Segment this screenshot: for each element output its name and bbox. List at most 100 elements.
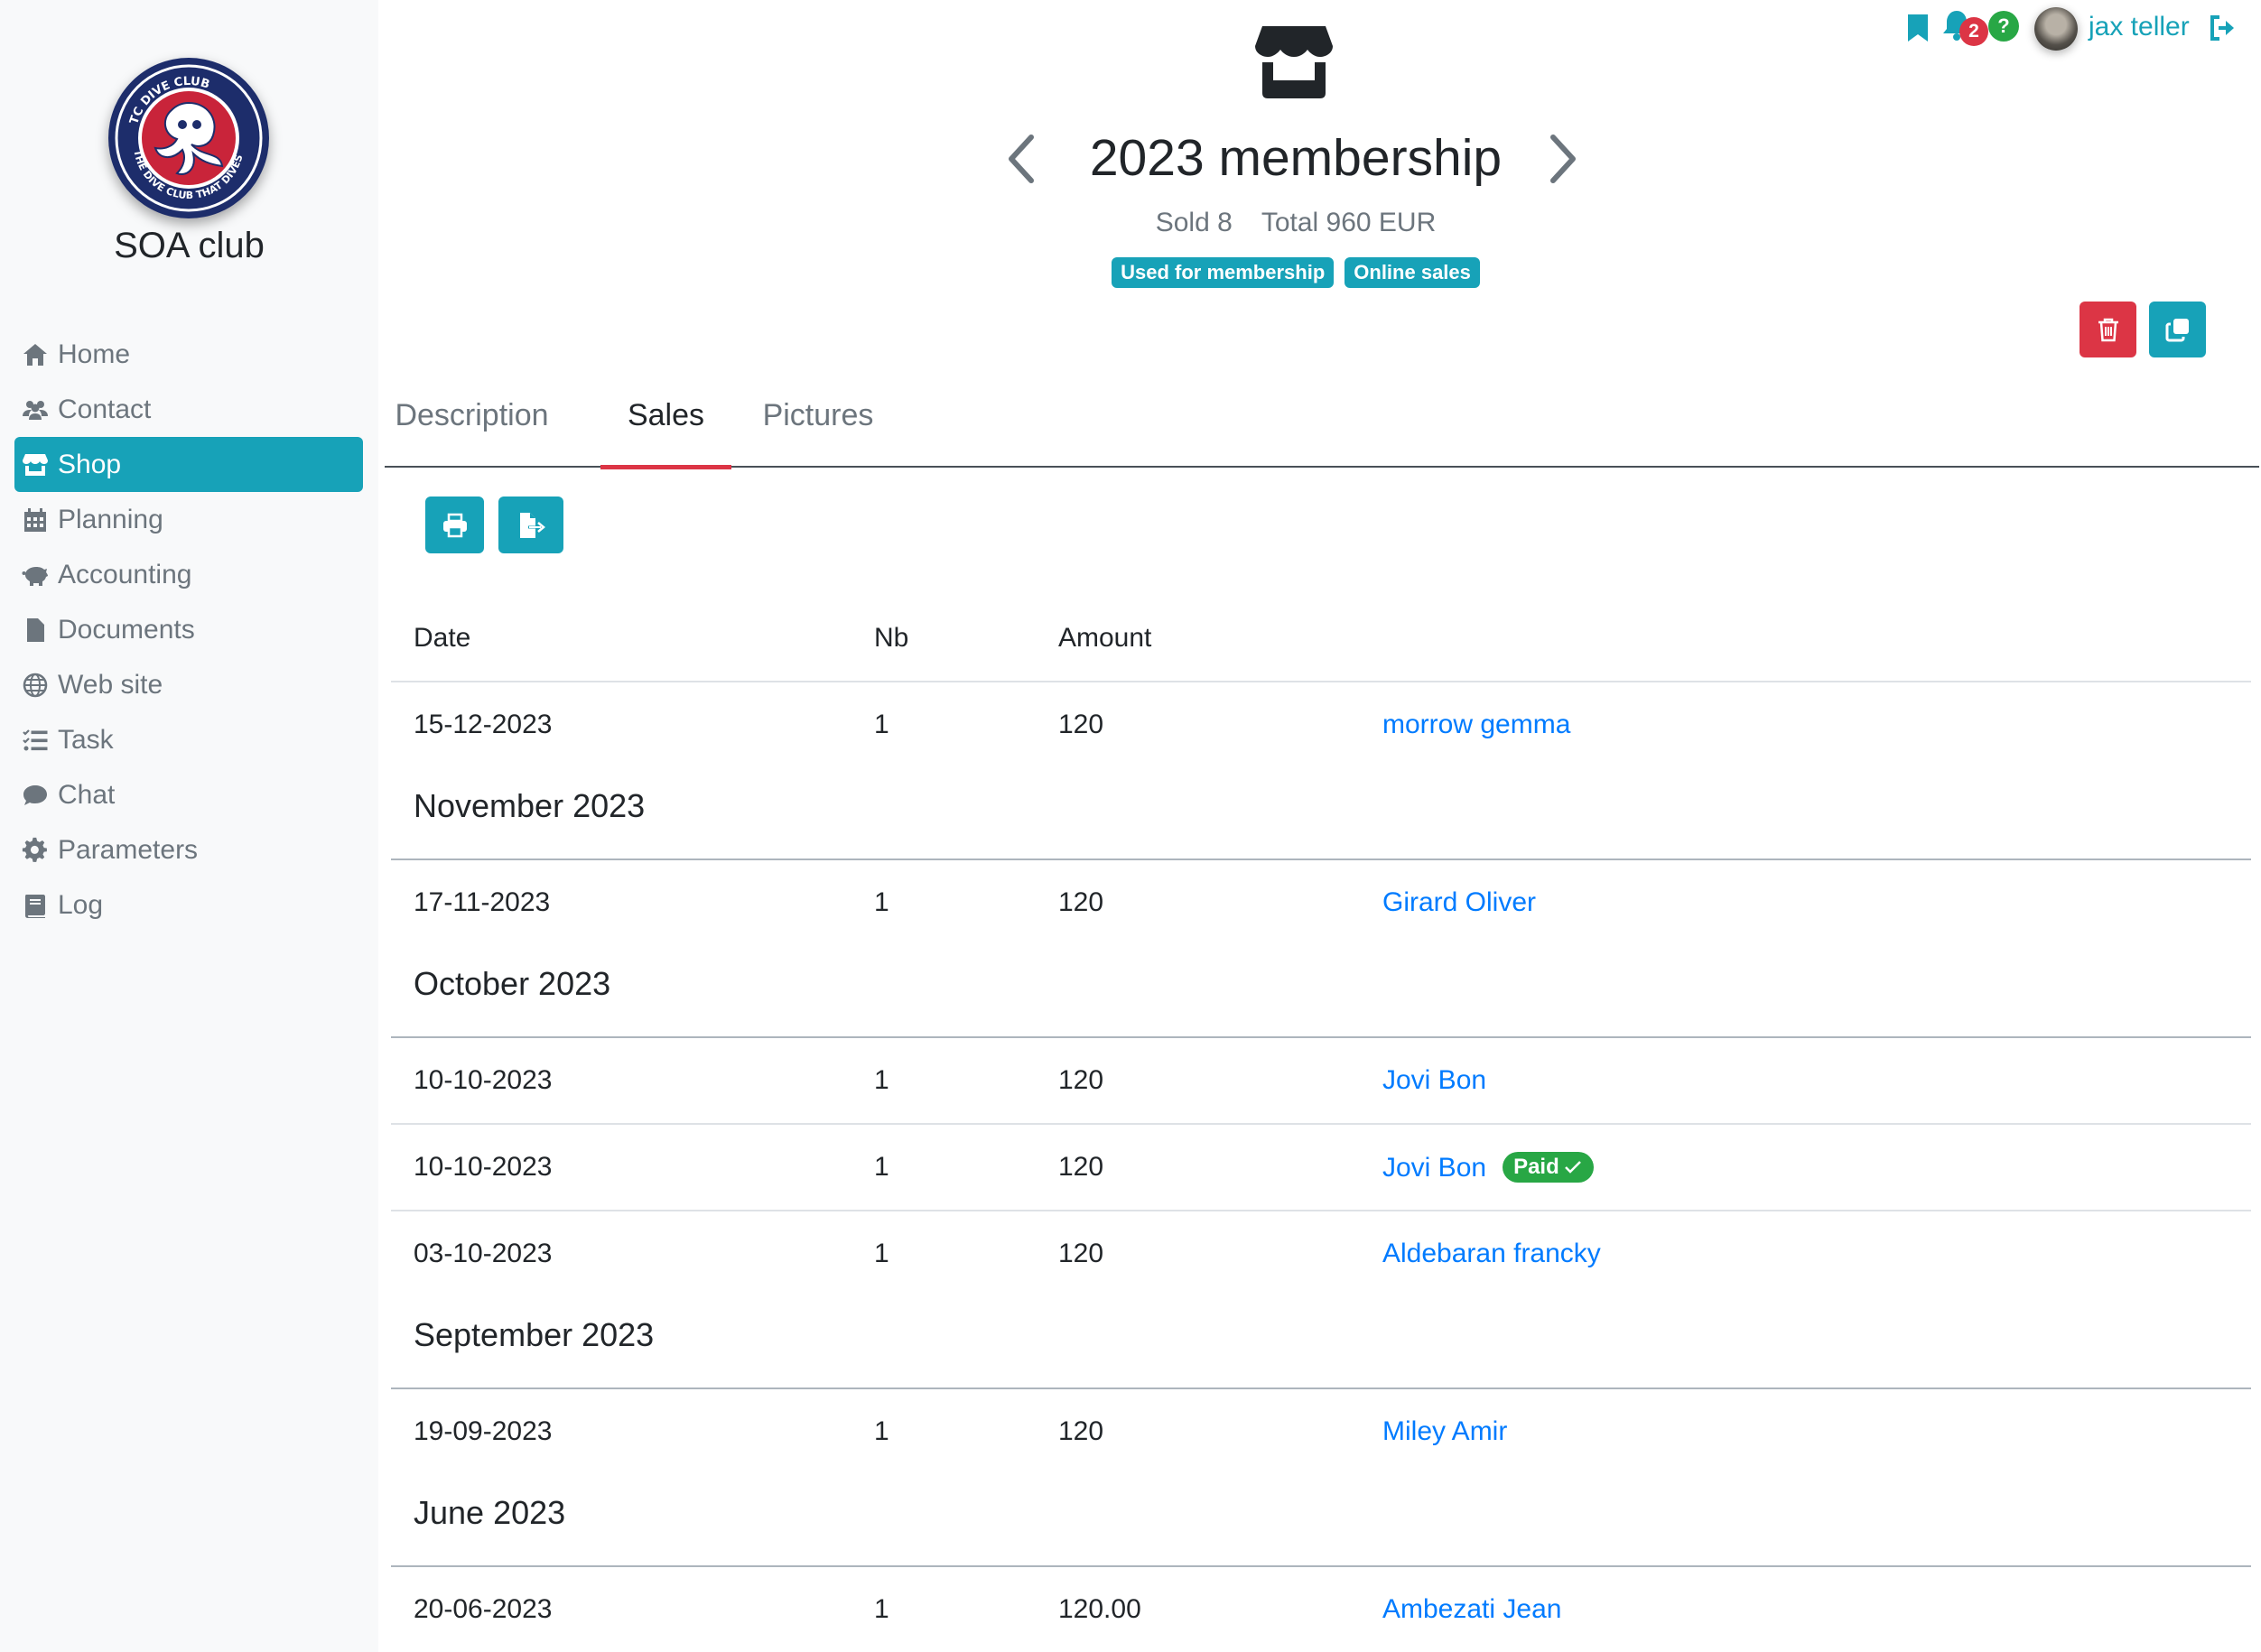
table-row: 19-09-2023 1 120 Miley Amir	[391, 1389, 2251, 1476]
cell-nb: 1	[874, 1152, 889, 1182]
cell-date: 03-10-2023	[414, 1239, 553, 1268]
cell-customer: Girard Oliver	[1382, 887, 1536, 918]
tab-bar: Description Sales Pictures	[385, 379, 2259, 469]
sidebar-item-planning[interactable]: Planning	[14, 492, 363, 547]
table-row: 20-06-2023 1 120.00 Ambezati Jean	[391, 1567, 2251, 1652]
cell-amount: 120	[1058, 887, 1104, 917]
trash-icon	[2098, 318, 2118, 342]
cell-nb: 1	[874, 710, 889, 739]
home-icon	[22, 340, 54, 369]
customer-link[interactable]: Girard Oliver	[1382, 887, 1536, 917]
gear-icon	[22, 836, 54, 865]
sidebar-item-documents[interactable]: Documents	[14, 602, 363, 657]
column-header-nb[interactable]: Nb	[874, 623, 908, 654]
customer-link[interactable]: Miley Amir	[1382, 1416, 1507, 1446]
username-link[interactable]: jax teller	[2089, 12, 2190, 42]
print-button[interactable]	[425, 497, 484, 553]
export-button[interactable]	[498, 497, 563, 553]
paid-badge-label: Paid	[1513, 1155, 1559, 1179]
sidebar-item-label: Accounting	[58, 559, 192, 589]
sidebar-item-label: Shop	[58, 449, 122, 479]
cell-nb: 1	[874, 1594, 889, 1624]
logout-icon[interactable]	[2209, 14, 2238, 42]
chevron-right-icon	[1550, 135, 1576, 183]
sidebar-item-label: Chat	[58, 779, 116, 810]
printer-icon	[442, 513, 467, 537]
sidebar-item-parameters[interactable]: Parameters	[14, 822, 363, 877]
help-badge[interactable]: ?	[1988, 11, 2019, 42]
sidebar: TC DIVE CLUB THE DIVE CLUB THAT DIVES SO…	[0, 0, 378, 1652]
tab-description[interactable]: Description	[385, 379, 559, 468]
cell-customer: Ambezati Jean	[1382, 1594, 1561, 1625]
cell-amount: 120	[1058, 1239, 1104, 1268]
sidebar-item-contact[interactable]: Contact	[14, 382, 363, 437]
sidebar-item-home[interactable]: Home	[14, 327, 363, 382]
sidebar-item-label: Parameters	[58, 834, 199, 865]
cell-date: 20-06-2023	[414, 1594, 553, 1624]
month-group-header: June 2023	[391, 1476, 2251, 1567]
cell-customer: Jovi Bon Paid	[1382, 1152, 1594, 1183]
cell-customer: morrow gemma	[1382, 710, 1570, 740]
month-group-title: June 2023	[414, 1494, 566, 1531]
paid-badge: Paid	[1503, 1152, 1594, 1183]
cell-nb: 1	[874, 1416, 889, 1446]
table-row: 03-10-2023 1 120 Aldebaran francky	[391, 1211, 2251, 1298]
sidebar-item-web-site[interactable]: Web site	[14, 657, 363, 712]
store-icon	[22, 450, 54, 479]
month-group-header: September 2023	[391, 1298, 2251, 1389]
cell-customer: Miley Amir	[1382, 1416, 1507, 1447]
tag-online-sales: Online sales	[1345, 257, 1480, 288]
month-group-title: October 2023	[414, 965, 611, 1002]
duplicate-button[interactable]	[2149, 302, 2206, 357]
cell-date: 10-10-2023	[414, 1065, 553, 1095]
calendar-icon	[22, 506, 54, 534]
sales-table: Date Nb Amount 15-12-2023 1 120 morrow gemm…	[391, 596, 2251, 1652]
column-header-date[interactable]: Date	[414, 623, 470, 654]
cell-amount: 120	[1058, 1152, 1104, 1182]
store-icon	[1255, 26, 1333, 98]
sidebar-item-log[interactable]: Log	[14, 877, 363, 933]
cell-nb: 1	[874, 1239, 889, 1268]
sidebar-item-chat[interactable]: Chat	[14, 767, 363, 822]
customer-link[interactable]: Jovi Bon	[1382, 1065, 1486, 1095]
book-icon	[22, 891, 54, 920]
cell-nb: 1	[874, 887, 889, 917]
table-body: 15-12-2023 1 120 morrow gemma November 2023 1…	[391, 682, 2251, 1652]
delete-button[interactable]	[2080, 302, 2136, 357]
customer-link[interactable]: Aldebaran francky	[1382, 1239, 1601, 1268]
tab-sales[interactable]: Sales	[600, 379, 731, 469]
sidebar-item-task[interactable]: Task	[14, 712, 363, 767]
total-amount: Total 960 EUR	[1261, 208, 1437, 237]
check-icon	[1564, 1161, 1581, 1174]
avatar[interactable]	[2034, 7, 2078, 51]
sidebar-item-label: Log	[58, 889, 104, 920]
piggy-bank-icon	[22, 561, 54, 589]
table-row: 10-10-2023 1 120 Jovi Bon	[391, 1038, 2251, 1125]
table-header: Date Nb Amount	[391, 596, 2251, 682]
sales-stats: Sold 8 Total 960 EUR	[993, 208, 1598, 238]
customer-link[interactable]: morrow gemma	[1382, 710, 1570, 739]
sidebar-item-accounting[interactable]: Accounting	[14, 547, 363, 602]
column-header-amount[interactable]: Amount	[1058, 623, 1151, 654]
customer-link[interactable]: Ambezati Jean	[1382, 1594, 1561, 1624]
sidebar-item-label: Home	[58, 339, 131, 369]
tab-pictures[interactable]: Pictures	[750, 379, 886, 468]
sidebar-item-label: Task	[58, 724, 114, 755]
cell-date: 10-10-2023	[414, 1152, 553, 1182]
club-name: SOA club	[114, 226, 265, 265]
chat-icon	[22, 781, 54, 810]
sidebar-item-label: Contact	[58, 394, 152, 424]
page-title: 2023 membership	[1089, 129, 1503, 187]
copy-icon	[2165, 319, 2189, 342]
next-item-button[interactable]	[1544, 134, 1580, 184]
club-logo[interactable]: TC DIVE CLUB THE DIVE CLUB THAT DIVES	[108, 58, 269, 218]
task-list-icon	[22, 726, 54, 755]
tag-list: Used for membership Online sales	[993, 257, 1598, 288]
cell-date: 15-12-2023	[414, 710, 553, 739]
file-export-icon	[520, 512, 545, 538]
customer-link[interactable]: Jovi Bon	[1382, 1153, 1486, 1183]
cell-customer: Aldebaran francky	[1382, 1239, 1601, 1269]
notification-count-badge[interactable]: 2	[1959, 17, 1988, 46]
sidebar-item-shop[interactable]: Shop	[14, 437, 363, 492]
bookmark-icon[interactable]	[1906, 13, 1930, 43]
